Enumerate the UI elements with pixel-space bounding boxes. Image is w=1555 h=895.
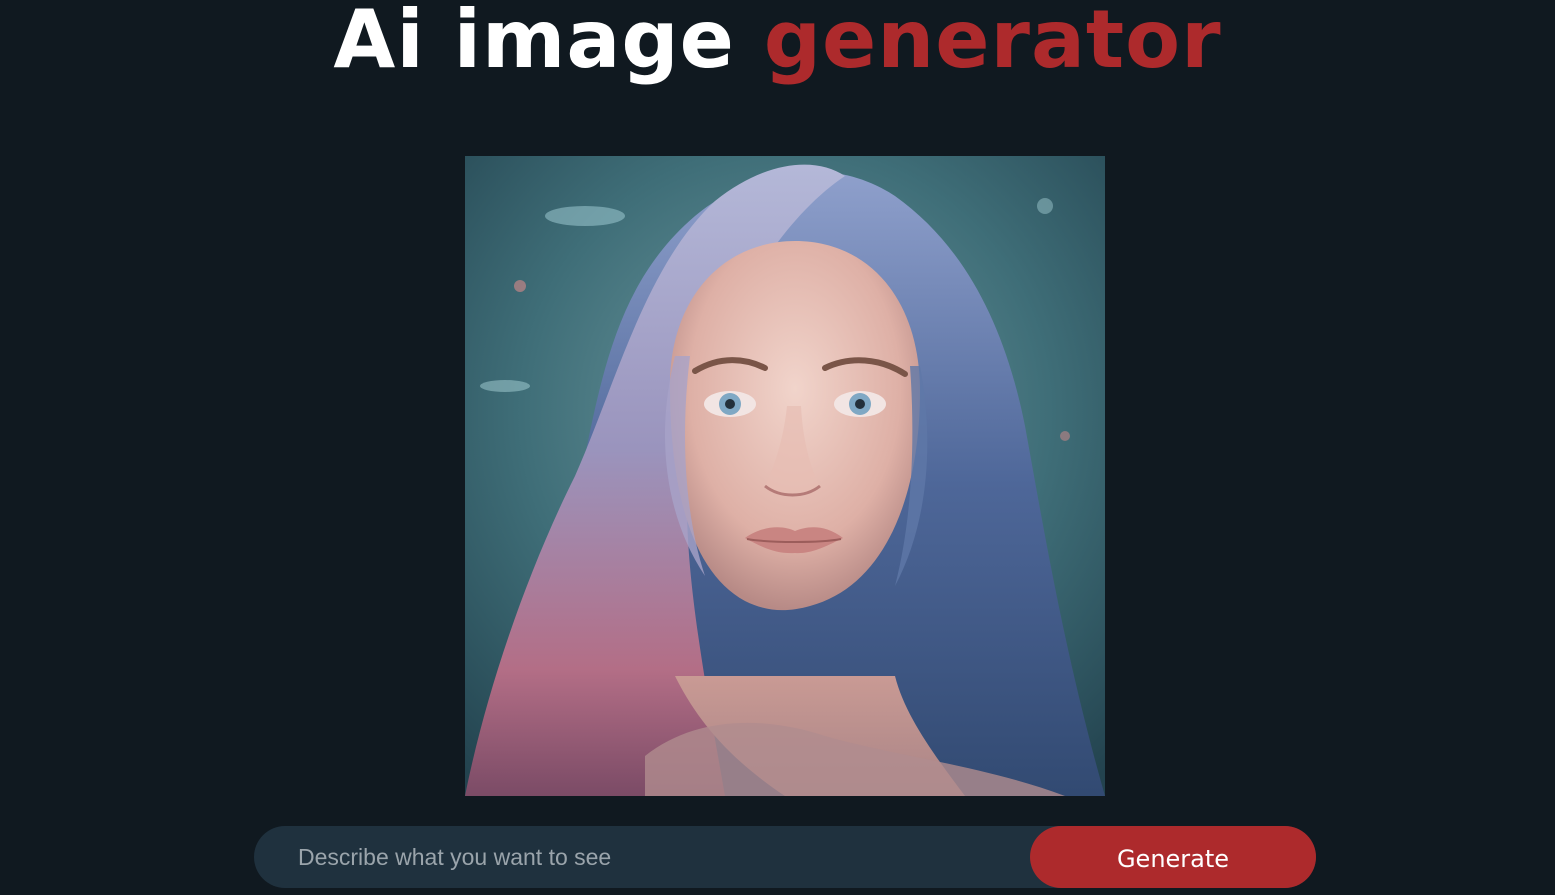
generated-image — [465, 156, 1105, 796]
generate-button[interactable]: Generate — [1030, 826, 1316, 888]
portrait-illustration — [465, 156, 1105, 796]
prompt-input[interactable] — [254, 826, 1014, 888]
title-main: Ai image — [333, 0, 764, 86]
app-page: Ai image generator Describe what you wan… — [0, 0, 1555, 895]
page-title: Ai image generator — [0, 0, 1555, 90]
title-accent: generator — [763, 0, 1222, 86]
prompt-bar: Generate — [254, 826, 1316, 888]
